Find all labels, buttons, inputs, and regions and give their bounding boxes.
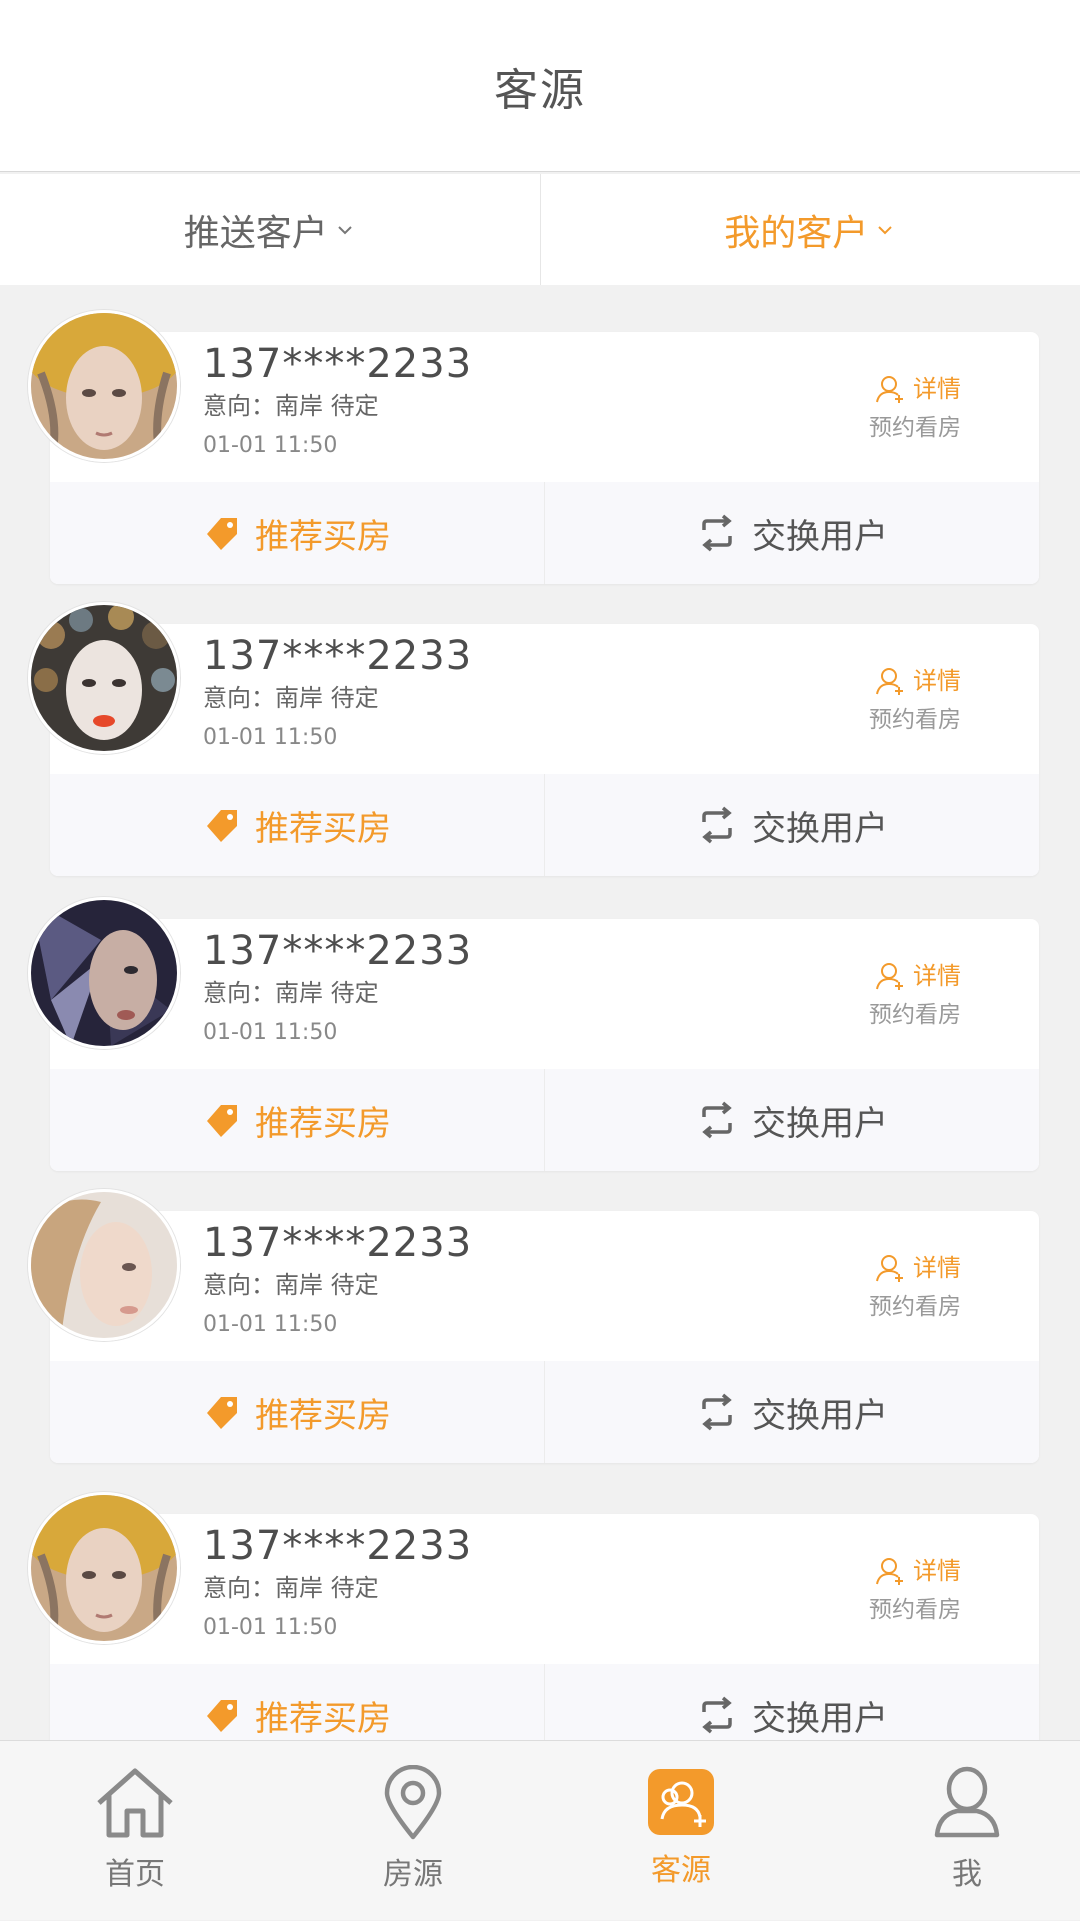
detail-label: 详情: [913, 664, 961, 698]
detail-label: 详情: [913, 1251, 961, 1285]
detail-label: 详情: [913, 372, 961, 406]
tag-icon: [203, 1101, 241, 1139]
user-add-icon: [875, 1253, 905, 1283]
exchange-label: 交换用户: [752, 1096, 888, 1145]
customer-card[interactable]: 137****2233 意向：南岸 待定 01-01 11:50 详情 预约看房: [50, 1514, 1039, 1740]
customer-card[interactable]: 137****2233 意向：南岸 待定 01-01 11:50 详情 预约看房: [50, 624, 1039, 876]
exchange-button[interactable]: 交换用户: [544, 1069, 1039, 1171]
exchange-icon: [696, 1696, 738, 1734]
exchange-icon: [696, 1101, 738, 1139]
avatar: [28, 1189, 180, 1341]
tab-label: 推送客户: [184, 204, 328, 256]
location-pin-icon: [383, 1765, 443, 1841]
customer-card[interactable]: 137****2233 意向：南岸 待定 01-01 11:50 详情 预约看房: [50, 332, 1039, 584]
detail-label: 详情: [913, 1554, 961, 1588]
customer-phone: 137****2233: [203, 927, 472, 975]
exchange-label: 交换用户: [752, 509, 888, 558]
exchange-label: 交换用户: [752, 1691, 888, 1740]
exchange-button[interactable]: 交换用户: [544, 774, 1039, 876]
nav-label: 首页: [105, 1849, 165, 1893]
appointment-link[interactable]: 预约看房: [869, 700, 961, 740]
nav-item-home[interactable]: 首页: [85, 1741, 185, 1921]
recommend-button[interactable]: 推荐买房: [50, 774, 544, 876]
exchange-label: 交换用户: [752, 801, 888, 850]
recommend-label: 推荐买房: [255, 1388, 391, 1437]
tag-icon: [203, 514, 241, 552]
customer-intent: 意向：南岸 待定: [203, 680, 472, 716]
avatar: [28, 602, 180, 754]
avatar: [28, 1492, 180, 1644]
nav-label: 客源: [651, 1845, 711, 1889]
customer-intent: 意向：南岸 待定: [203, 1267, 472, 1303]
recommend-label: 推荐买房: [255, 1691, 391, 1740]
page-title: 客源: [494, 54, 586, 118]
chevron-down-icon: [334, 219, 356, 241]
detail-link[interactable]: 详情: [869, 1554, 961, 1588]
exchange-icon: [696, 514, 738, 552]
customer-time: 01-01 11:50: [203, 1015, 472, 1051]
tag-icon: [203, 1393, 241, 1431]
appointment-link[interactable]: 预约看房: [869, 408, 961, 448]
customer-time: 01-01 11:50: [203, 1307, 472, 1343]
detail-link[interactable]: 详情: [869, 959, 961, 993]
appointment-link[interactable]: 预约看房: [869, 1590, 961, 1630]
customer-time: 01-01 11:50: [203, 1610, 472, 1646]
bottom-nav: 首页 房源 客源 我: [0, 1740, 1080, 1920]
customer-list[interactable]: 137****2233 意向：南岸 待定 01-01 11:50 详情 预约看房: [0, 285, 1080, 1740]
exchange-button[interactable]: 交换用户: [544, 482, 1039, 584]
tab-label: 我的客户: [724, 204, 868, 256]
customer-card[interactable]: 137****2233 意向：南岸 待定 01-01 11:50 详情 预约看房: [50, 1211, 1039, 1463]
avatar: [28, 310, 180, 462]
customer-tabs: 推送客户 我的客户: [0, 174, 1080, 285]
customer-intent: 意向：南岸 待定: [203, 975, 472, 1011]
app-header: 客源: [0, 0, 1080, 172]
user-add-icon: [875, 374, 905, 404]
tab-my-customers[interactable]: 我的客户: [540, 174, 1080, 285]
home-icon: [93, 1765, 177, 1841]
nav-label: 我: [952, 1849, 982, 1893]
recommend-label: 推荐买房: [255, 801, 391, 850]
customer-card[interactable]: 137****2233 意向：南岸 待定 01-01 11:50 详情 预约看房: [50, 919, 1039, 1171]
detail-label: 详情: [913, 959, 961, 993]
exchange-button[interactable]: 交换用户: [544, 1664, 1039, 1740]
recommend-label: 推荐买房: [255, 1096, 391, 1145]
exchange-icon: [696, 1393, 738, 1431]
recommend-button[interactable]: 推荐买房: [50, 482, 544, 584]
nav-label: 房源: [383, 1849, 443, 1893]
detail-link[interactable]: 详情: [869, 372, 961, 406]
avatar: [28, 897, 180, 1049]
tag-icon: [203, 1696, 241, 1734]
nav-item-listings[interactable]: 房源: [363, 1741, 463, 1921]
customer-phone: 137****2233: [203, 632, 472, 680]
appointment-link[interactable]: 预约看房: [869, 1287, 961, 1327]
chevron-down-icon: [874, 219, 896, 241]
exchange-icon: [696, 806, 738, 844]
recommend-label: 推荐买房: [255, 509, 391, 558]
customer-time: 01-01 11:50: [203, 720, 472, 756]
customer-phone: 137****2233: [203, 1522, 472, 1570]
customer-phone: 137****2233: [203, 1219, 472, 1267]
recommend-button[interactable]: 推荐买房: [50, 1664, 544, 1740]
nav-item-me[interactable]: 我: [917, 1741, 1017, 1921]
customer-intent: 意向：南岸 待定: [203, 1570, 472, 1606]
customer-phone: 137****2233: [203, 340, 472, 388]
recommend-button[interactable]: 推荐买房: [50, 1069, 544, 1171]
user-add-icon: [875, 666, 905, 696]
customers-icon: [646, 1767, 716, 1837]
user-add-icon: [875, 1556, 905, 1586]
recommend-button[interactable]: 推荐买房: [50, 1361, 544, 1463]
customer-time: 01-01 11:50: [203, 428, 472, 464]
exchange-label: 交换用户: [752, 1388, 888, 1437]
exchange-button[interactable]: 交换用户: [544, 1361, 1039, 1463]
appointment-link[interactable]: 预约看房: [869, 995, 961, 1035]
user-add-icon: [875, 961, 905, 991]
detail-link[interactable]: 详情: [869, 1251, 961, 1285]
nav-item-customers[interactable]: 客源: [631, 1741, 731, 1921]
detail-link[interactable]: 详情: [869, 664, 961, 698]
tag-icon: [203, 806, 241, 844]
customer-intent: 意向：南岸 待定: [203, 388, 472, 424]
user-icon: [933, 1765, 1001, 1841]
tab-pushed-customers[interactable]: 推送客户: [0, 174, 540, 285]
